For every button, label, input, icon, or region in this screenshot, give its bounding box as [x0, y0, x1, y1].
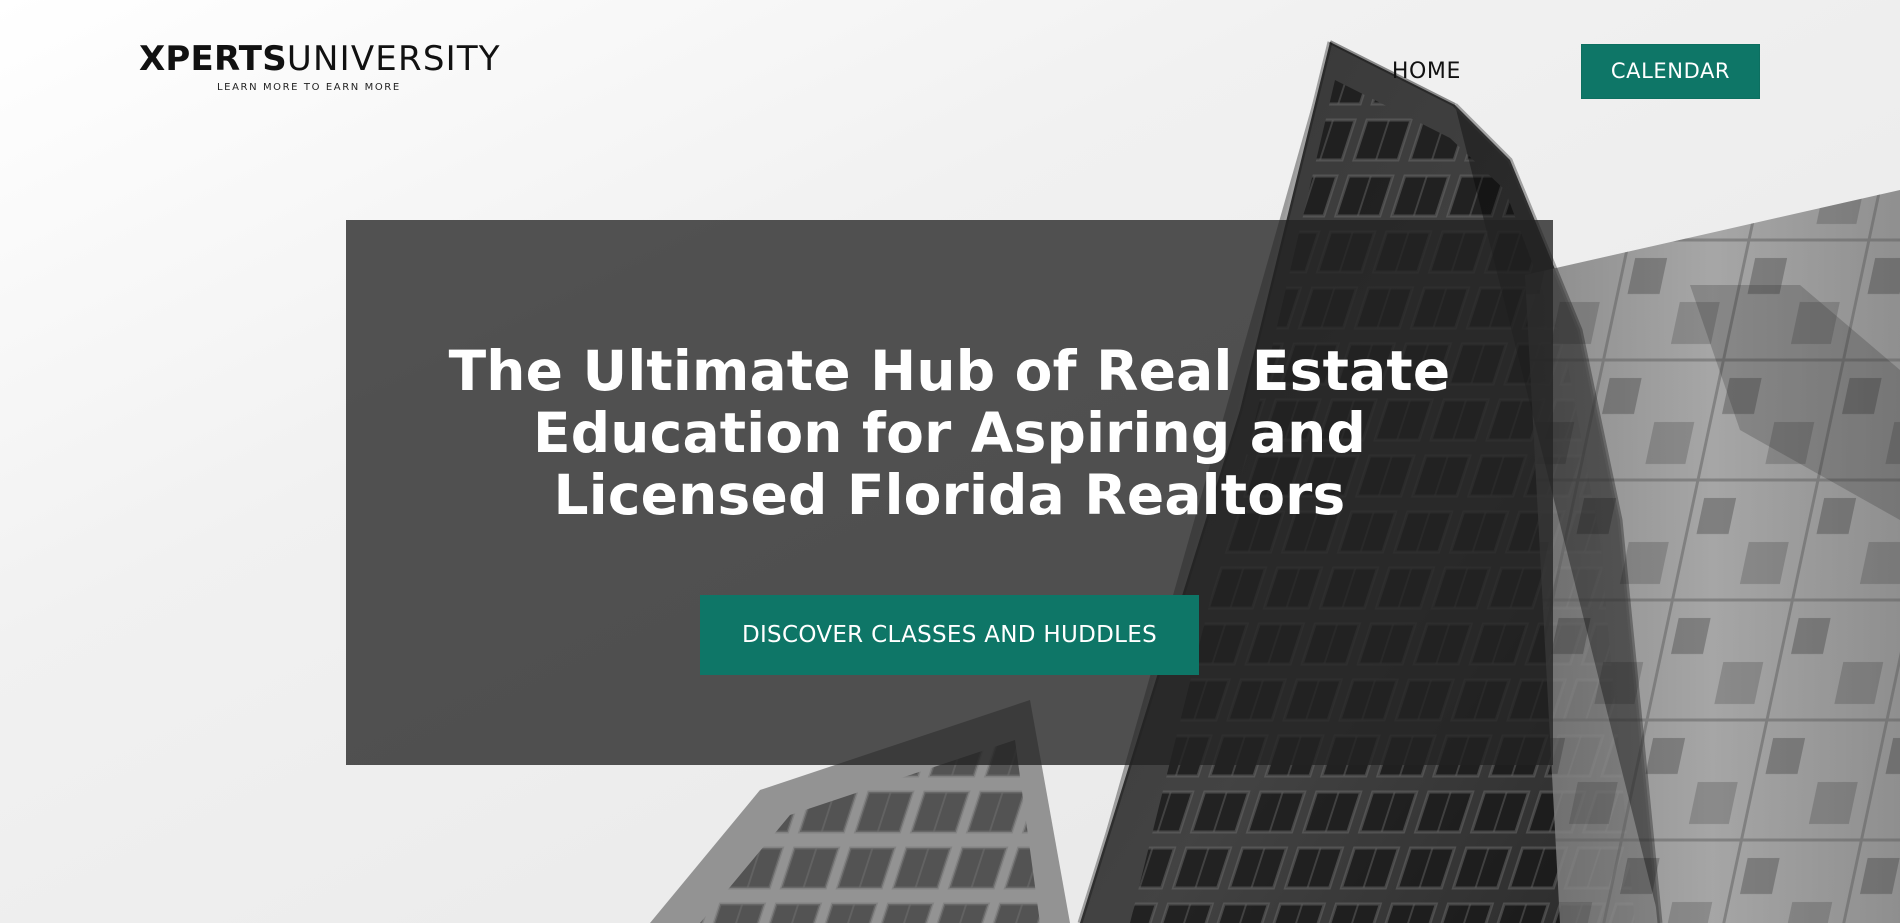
logo-tagline: LEARN MORE TO EARN MORE [217, 82, 401, 93]
top-nav: HOME CALENDAR [1392, 43, 1760, 99]
logo-wordmark: XPERTS UNIVERSITY [139, 42, 501, 76]
nav-home-link[interactable]: HOME [1392, 43, 1461, 99]
logo-wordmark-bold: XPERTS [139, 39, 287, 79]
hero-title-line-1: The Ultimate Hub of Real Estate [448, 339, 1451, 403]
discover-classes-button[interactable]: DISCOVER CLASSES AND HUDDLES [700, 595, 1199, 675]
site-header: XPERTS UNIVERSITY LEARN MORE TO EARN MOR… [0, 0, 1900, 110]
logo-wordmark-light: UNIVERSITY [286, 39, 501, 79]
hero-page: XPERTS UNIVERSITY LEARN MORE TO EARN MOR… [0, 0, 1900, 923]
hero-overlay: The Ultimate Hub of Real Estate Educatio… [346, 220, 1553, 765]
hero-title: The Ultimate Hub of Real Estate Educatio… [346, 340, 1553, 526]
nav-calendar-button[interactable]: CALENDAR [1581, 43, 1760, 99]
site-logo[interactable]: XPERTS UNIVERSITY LEARN MORE TO EARN MOR… [139, 42, 501, 94]
hero-title-line-3: Licensed Florida Realtors [553, 463, 1346, 527]
hero-title-line-2: Education for Aspiring and [532, 401, 1367, 465]
